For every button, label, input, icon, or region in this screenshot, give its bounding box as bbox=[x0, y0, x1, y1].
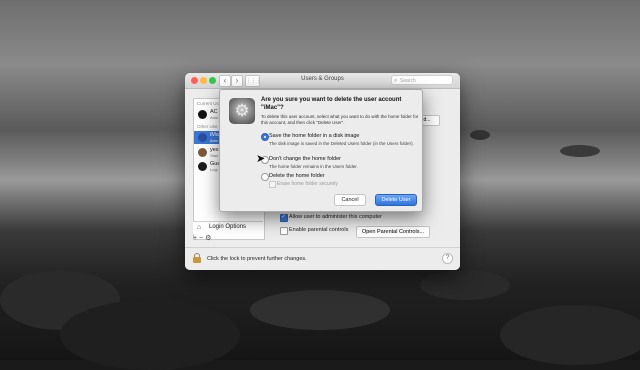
parental-controls-label: Enable parental controls bbox=[289, 227, 349, 233]
save-home-radio[interactable] bbox=[261, 133, 269, 141]
search-icon: ⌕ bbox=[394, 78, 398, 84]
house-icon: ⌂ bbox=[197, 224, 202, 231]
title-bar: ‹ › ⋮⋮⋮ Users & Groups ⌕ Search bbox=[185, 73, 460, 89]
login-options-item[interactable]: ⌂ Login Options bbox=[193, 221, 263, 234]
rock bbox=[250, 290, 390, 330]
rock bbox=[560, 145, 600, 157]
save-home-sub: The disk image is saved in the Deleted U… bbox=[269, 141, 414, 146]
delete-home-radio[interactable] bbox=[261, 173, 269, 181]
lock-icon[interactable] bbox=[193, 253, 201, 263]
avatar bbox=[198, 133, 207, 142]
login-options-label: Login Options bbox=[209, 224, 247, 230]
bottom-bar: Click the lock to prevent further change… bbox=[185, 247, 460, 270]
user-role: Adm bbox=[210, 138, 219, 143]
rock bbox=[500, 305, 640, 365]
dialog-title: Are you sure you want to delete the user… bbox=[261, 97, 402, 111]
user-role: Logi bbox=[210, 167, 218, 172]
avatar bbox=[198, 162, 207, 171]
help-button[interactable]: ? bbox=[442, 253, 453, 264]
cancel-button[interactable]: Cancel bbox=[334, 194, 366, 206]
user-role: Stan bbox=[210, 153, 219, 158]
parental-controls-checkbox[interactable] bbox=[280, 227, 288, 235]
dialog-description: To delete this user account, select what… bbox=[261, 114, 419, 125]
lock-text: Click the lock to prevent further change… bbox=[207, 256, 307, 262]
other-users-caption: Other Use bbox=[197, 124, 218, 129]
avatar bbox=[198, 148, 207, 157]
erase-securely-label: Erase home folder securely bbox=[277, 181, 338, 187]
erase-securely-checkbox[interactable] bbox=[269, 181, 276, 188]
search-field[interactable]: ⌕ Search bbox=[391, 75, 453, 85]
gear-icon: ⚙ bbox=[234, 101, 250, 120]
delete-home-label: Delete the home folder bbox=[269, 173, 325, 179]
mouse-pointer-icon: ➤ bbox=[256, 153, 266, 165]
rock bbox=[470, 130, 490, 140]
dont-change-label: Don't change the home folder bbox=[269, 156, 341, 162]
avatar bbox=[198, 110, 207, 119]
current-user-caption: Current Us bbox=[197, 101, 219, 106]
open-parental-controls-button[interactable]: Open Parental Controls... bbox=[356, 226, 430, 238]
allow-admin-label: Allow user to administer this computer bbox=[289, 214, 382, 220]
add-remove-buttons[interactable]: + − ⚙ bbox=[193, 234, 211, 242]
delete-user-button[interactable]: Delete User bbox=[375, 194, 417, 206]
delete-user-dialog: ⚙ Are you sure you want to delete the us… bbox=[219, 89, 423, 212]
allow-admin-checkbox[interactable] bbox=[280, 213, 288, 222]
system-preferences-icon: ⚙ bbox=[229, 98, 255, 124]
dont-change-sub: The home folder remains in the Users fol… bbox=[269, 164, 358, 169]
search-placeholder: Search bbox=[400, 78, 416, 84]
rock bbox=[420, 270, 510, 300]
user-role: Adm bbox=[210, 115, 219, 120]
save-home-label: Save the home folder in a disk image bbox=[269, 133, 360, 139]
